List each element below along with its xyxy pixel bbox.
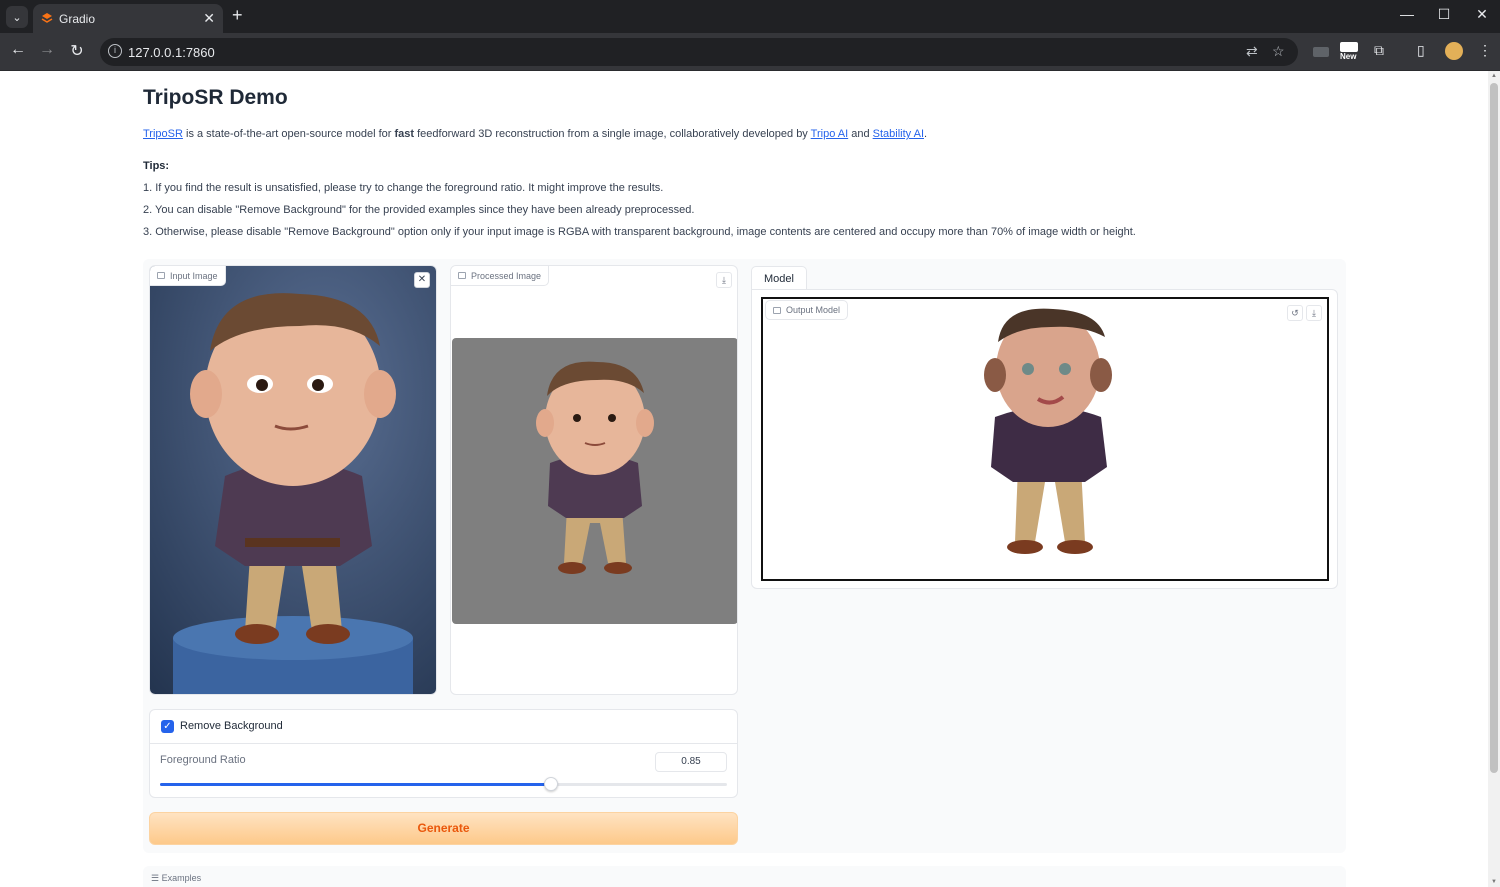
reset-view-icon[interactable]: ↺	[1287, 305, 1303, 321]
tab-model[interactable]: Model	[751, 266, 807, 290]
tip-item: 2. You can disable "Remove Background" f…	[143, 204, 695, 216]
extension-icon[interactable]	[1313, 47, 1329, 57]
tab-close-icon[interactable]: ✕	[203, 10, 215, 27]
browser-toolbar: ← → ↻ i 127.0.0.1:7860 ⇄ ☆ New ⧉ ▯ ⋮	[0, 33, 1500, 71]
slider-fill	[160, 783, 552, 786]
back-icon[interactable]: ←	[8, 41, 28, 59]
foreground-ratio-label: Foreground Ratio	[160, 754, 246, 766]
input-image-box[interactable]: Input Image ✕	[149, 265, 437, 695]
examples-label: ☰ Examples	[151, 873, 202, 883]
page-scrollbar[interactable]: ▲ ▼	[1488, 71, 1500, 887]
browser-tabbar: ⌄ Gradio ✕ + — ☐ ✕	[0, 0, 1500, 33]
input-image	[150, 266, 436, 694]
scroll-down-icon[interactable]: ▼	[1491, 879, 1497, 885]
input-image-label: Input Image	[150, 266, 226, 286]
stability-ai-link[interactable]: Stability AI	[873, 128, 924, 140]
divider	[150, 743, 737, 744]
output-model-label: Output Model	[765, 300, 849, 320]
page-title: TripoSR Demo	[143, 86, 288, 109]
scrollbar-thumb[interactable]	[1490, 83, 1498, 773]
new-extension-badge[interactable]: New	[1340, 42, 1360, 64]
intro-paragraph: TripoSR is a state-of-the-art open-sourc…	[143, 128, 928, 140]
gradio-page: TripoSR Demo TripoSR is a state-of-the-a…	[0, 71, 1488, 887]
extensions-puzzle-icon[interactable]: ⧉	[1374, 42, 1384, 59]
bookmark-star-icon[interactable]: ☆	[1272, 43, 1285, 60]
translate-icon[interactable]: ⇄	[1246, 43, 1258, 60]
side-panel-icon[interactable]: ▯	[1417, 42, 1425, 59]
download-model-icon[interactable]: ⤓	[1306, 305, 1322, 321]
menu-kebab-icon[interactable]: ⋮	[1478, 42, 1492, 59]
foreground-ratio-slider[interactable]	[160, 777, 727, 791]
url-text: 127.0.0.1:7860	[128, 44, 215, 60]
tripo-ai-link[interactable]: Tripo AI	[811, 128, 849, 140]
slider-thumb[interactable]	[544, 777, 559, 791]
site-info-icon[interactable]: i	[108, 44, 122, 58]
processed-image	[452, 338, 737, 624]
browser-tab[interactable]: Gradio ✕	[33, 4, 223, 33]
model-panel: Output Model ↺ ⤓	[751, 289, 1338, 589]
forward-icon[interactable]: →	[37, 41, 57, 59]
image-icon	[157, 272, 165, 279]
gradio-favicon-icon	[41, 13, 53, 23]
output-model-viewer[interactable]: Output Model ↺ ⤓	[761, 297, 1329, 581]
new-tab-icon[interactable]: +	[232, 5, 243, 26]
profile-avatar[interactable]	[1445, 42, 1463, 60]
tab-search-icon[interactable]: ⌄	[6, 6, 28, 28]
maximize-icon[interactable]: ☐	[1434, 6, 1454, 23]
tip-item: 3. Otherwise, please disable "Remove Bac…	[143, 226, 1136, 238]
file-icon	[773, 307, 781, 314]
tab-title: Gradio	[59, 11, 96, 26]
remove-background-checkbox[interactable]: ✓	[161, 720, 174, 733]
generate-button[interactable]: Generate	[149, 812, 738, 845]
processed-image-box: Processed Image ⤓	[450, 265, 738, 695]
clear-image-icon[interactable]: ✕	[414, 272, 430, 288]
tips-title: Tips:	[143, 160, 170, 172]
controls-box: ✓ Remove Background Foreground Ratio 0.8…	[149, 709, 738, 798]
address-bar[interactable]: i 127.0.0.1:7860 ⇄ ☆	[100, 38, 1298, 66]
foreground-ratio-input[interactable]: 0.85	[655, 752, 727, 772]
model-render	[984, 308, 1112, 554]
tip-item: 1. If you find the result is unsatisfied…	[143, 182, 664, 194]
examples-section[interactable]: ☰ Examples	[143, 866, 1346, 887]
processed-image-label: Processed Image	[451, 266, 550, 286]
remove-background-label: Remove Background	[180, 720, 283, 732]
triposr-link[interactable]: TripoSR	[143, 128, 183, 140]
scroll-up-icon[interactable]: ▲	[1491, 73, 1497, 79]
window-close-icon[interactable]: ✕	[1472, 6, 1492, 23]
minimize-icon[interactable]: —	[1397, 6, 1417, 22]
image-icon	[458, 272, 466, 279]
reload-icon[interactable]: ↻	[67, 41, 87, 61]
download-icon[interactable]: ⤓	[716, 272, 732, 288]
